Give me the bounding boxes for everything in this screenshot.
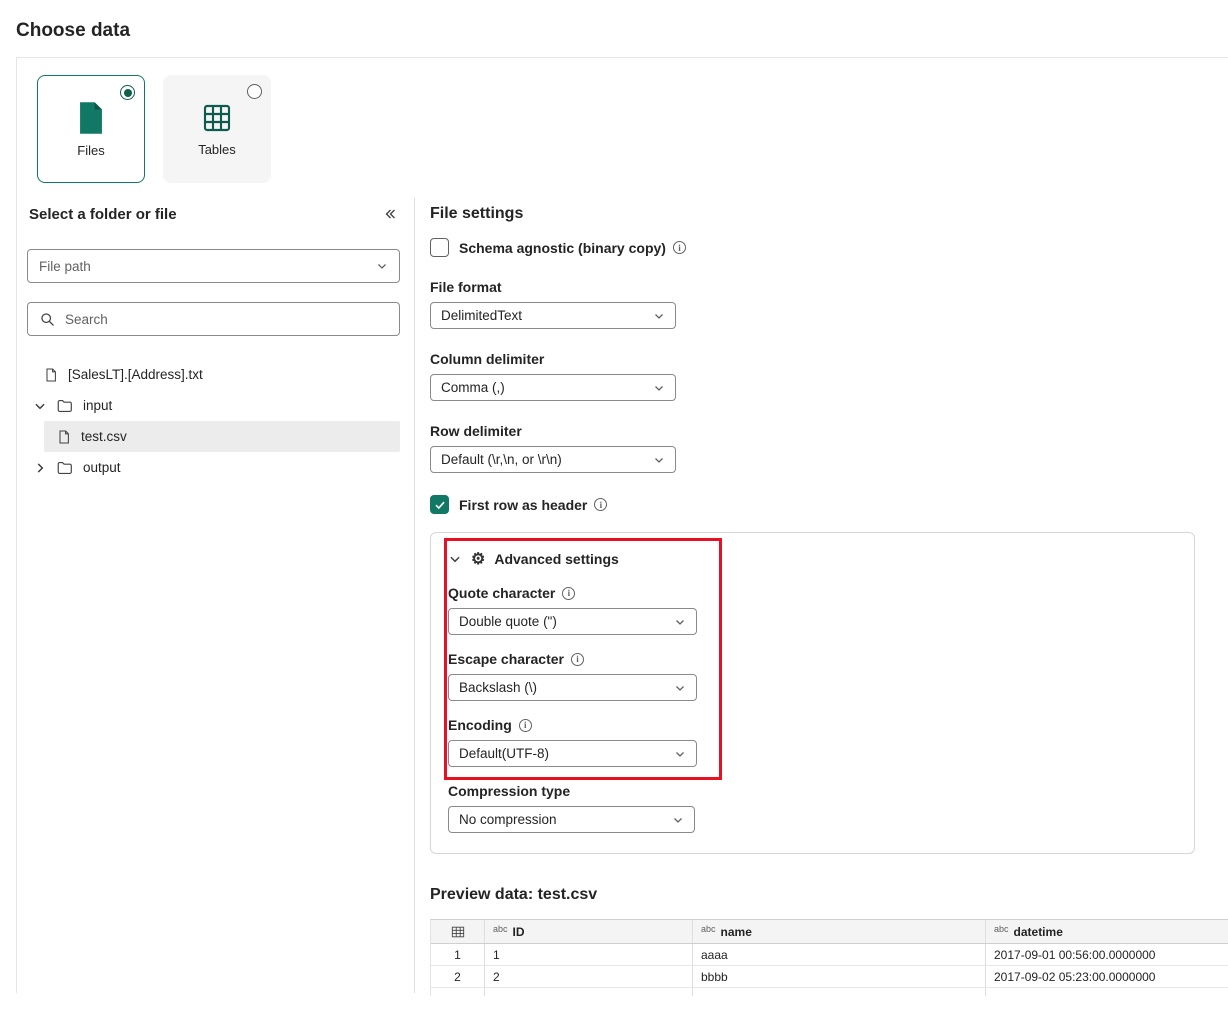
tree-item-input-folder[interactable]: input — [27, 390, 400, 421]
table-cell: bbbb — [693, 966, 986, 987]
file-settings-title: File settings — [430, 205, 1228, 223]
compression-type-label: Compression type — [448, 783, 1178, 799]
quote-character-dropdown[interactable]: Double quote (") — [448, 608, 697, 635]
table-grid-icon — [451, 925, 465, 939]
files-card-label: Files — [77, 143, 104, 158]
file-settings-panel: File settings Schema agnostic (binary co… — [414, 198, 1228, 993]
tables-card[interactable]: Tables — [163, 75, 271, 183]
abc-type-icon: abc — [493, 920, 508, 934]
tree-item-label: test.csv — [81, 429, 127, 444]
abc-type-icon: abc — [701, 920, 716, 934]
table-row-partial — [431, 988, 1228, 996]
info-icon[interactable] — [594, 498, 607, 511]
info-icon[interactable] — [519, 719, 532, 732]
file-path-placeholder: File path — [39, 259, 91, 274]
preview-table-header: abc ID abc name abc datetime — [431, 920, 1228, 944]
column-delimiter-label: Column delimiter — [430, 351, 1228, 367]
preview-title: Preview data: test.csv — [430, 886, 1228, 904]
row-delimiter-label: Row delimiter — [430, 423, 1228, 439]
first-row-header-checkbox[interactable] — [430, 495, 449, 514]
file-tree: [SalesLT].[Address].txt input — [27, 359, 400, 483]
table-cell: aaaa — [693, 944, 986, 965]
table-cell: 2017-09-01 00:56:00.0000000 — [986, 944, 1228, 965]
folder-icon — [56, 459, 74, 477]
files-radio[interactable] — [120, 85, 135, 100]
row-index-cell: 1 — [431, 944, 485, 965]
choose-data-panel: Files Tables Select a folder or file — [16, 57, 1228, 993]
file-browser-panel: Select a folder or file File path — [17, 198, 414, 993]
file-path-dropdown[interactable]: File path — [27, 249, 400, 283]
file-icon — [43, 367, 59, 383]
files-document-icon — [76, 101, 106, 135]
table-corner-cell — [431, 920, 485, 943]
escape-character-label: Escape character — [448, 651, 1178, 667]
chevron-down-icon — [674, 616, 686, 628]
chevron-right-icon — [33, 461, 47, 475]
abc-type-icon: abc — [994, 920, 1009, 934]
column-header-name: abc name — [693, 920, 986, 943]
table-row: 1 1 aaaa 2017-09-01 00:56:00.0000000 — [431, 944, 1228, 966]
check-icon — [434, 499, 446, 511]
schema-agnostic-checkbox[interactable] — [430, 238, 449, 257]
chevron-down-icon — [653, 310, 665, 322]
preview-table: abc ID abc name abc datetime 1 1 aaa — [430, 919, 1228, 996]
column-header-id: abc ID — [485, 920, 693, 943]
chevron-down-icon — [674, 748, 686, 760]
chevron-down-icon — [653, 382, 665, 394]
search-icon — [39, 311, 56, 328]
file-icon — [56, 429, 72, 445]
tree-item-label: [SalesLT].[Address].txt — [68, 367, 203, 382]
tables-card-label: Tables — [198, 142, 236, 157]
advanced-settings-toggle[interactable]: Advanced settings — [448, 549, 1178, 569]
double-chevron-left-icon — [382, 206, 398, 222]
tree-item-test-csv[interactable]: test.csv — [44, 421, 400, 452]
compression-type-dropdown[interactable]: No compression — [448, 806, 695, 833]
tree-item-output-folder[interactable]: output — [27, 452, 400, 483]
encoding-label: Encoding — [448, 717, 1178, 733]
chevron-down-icon — [674, 682, 686, 694]
tree-item-label: output — [83, 460, 121, 475]
info-icon[interactable] — [562, 587, 575, 600]
info-icon[interactable] — [571, 653, 584, 666]
table-cell: 1 — [485, 944, 693, 965]
quote-character-label: Quote character — [448, 585, 1178, 601]
column-delimiter-dropdown[interactable]: Comma (,) — [430, 374, 676, 401]
table-cell: 2017-09-02 05:23:00.0000000 — [986, 966, 1228, 987]
advanced-settings-title: Advanced settings — [494, 551, 618, 567]
tree-item-address-txt[interactable]: [SalesLT].[Address].txt — [27, 359, 400, 390]
escape-character-dropdown[interactable]: Backslash (\) — [448, 674, 697, 701]
schema-agnostic-label: Schema agnostic (binary copy) — [459, 240, 686, 256]
collapse-panel-button[interactable] — [380, 204, 400, 224]
folder-icon — [56, 397, 74, 415]
tree-item-label: input — [83, 398, 112, 413]
chevron-down-icon — [672, 814, 684, 826]
gear-icon — [471, 551, 485, 568]
chevron-down-icon — [33, 399, 47, 413]
chevron-down-icon — [376, 260, 388, 272]
page-title: Choose data — [0, 0, 1228, 42]
source-type-cards: Files Tables — [17, 58, 1228, 183]
file-browser-title: Select a folder or file — [29, 206, 177, 223]
info-icon[interactable] — [673, 241, 686, 254]
advanced-settings-panel: Advanced settings Quote character Double… — [430, 532, 1195, 854]
search-input[interactable] — [65, 312, 388, 327]
table-row: 2 2 bbbb 2017-09-02 05:23:00.0000000 — [431, 966, 1228, 988]
tables-radio[interactable] — [247, 84, 262, 99]
file-format-dropdown[interactable]: DelimitedText — [430, 302, 676, 329]
encoding-dropdown[interactable]: Default(UTF-8) — [448, 740, 697, 767]
file-format-label: File format — [430, 279, 1228, 295]
search-box[interactable] — [27, 302, 400, 336]
table-cell: 2 — [485, 966, 693, 987]
column-header-datetime: abc datetime — [986, 920, 1228, 943]
row-index-cell: 2 — [431, 966, 485, 987]
first-row-header-label: First row as header — [459, 497, 607, 513]
chevron-down-icon — [448, 552, 462, 566]
tables-grid-icon — [201, 102, 233, 134]
row-delimiter-dropdown[interactable]: Default (\r,\n, or \r\n) — [430, 446, 676, 473]
chevron-down-icon — [653, 454, 665, 466]
files-card[interactable]: Files — [37, 75, 145, 183]
